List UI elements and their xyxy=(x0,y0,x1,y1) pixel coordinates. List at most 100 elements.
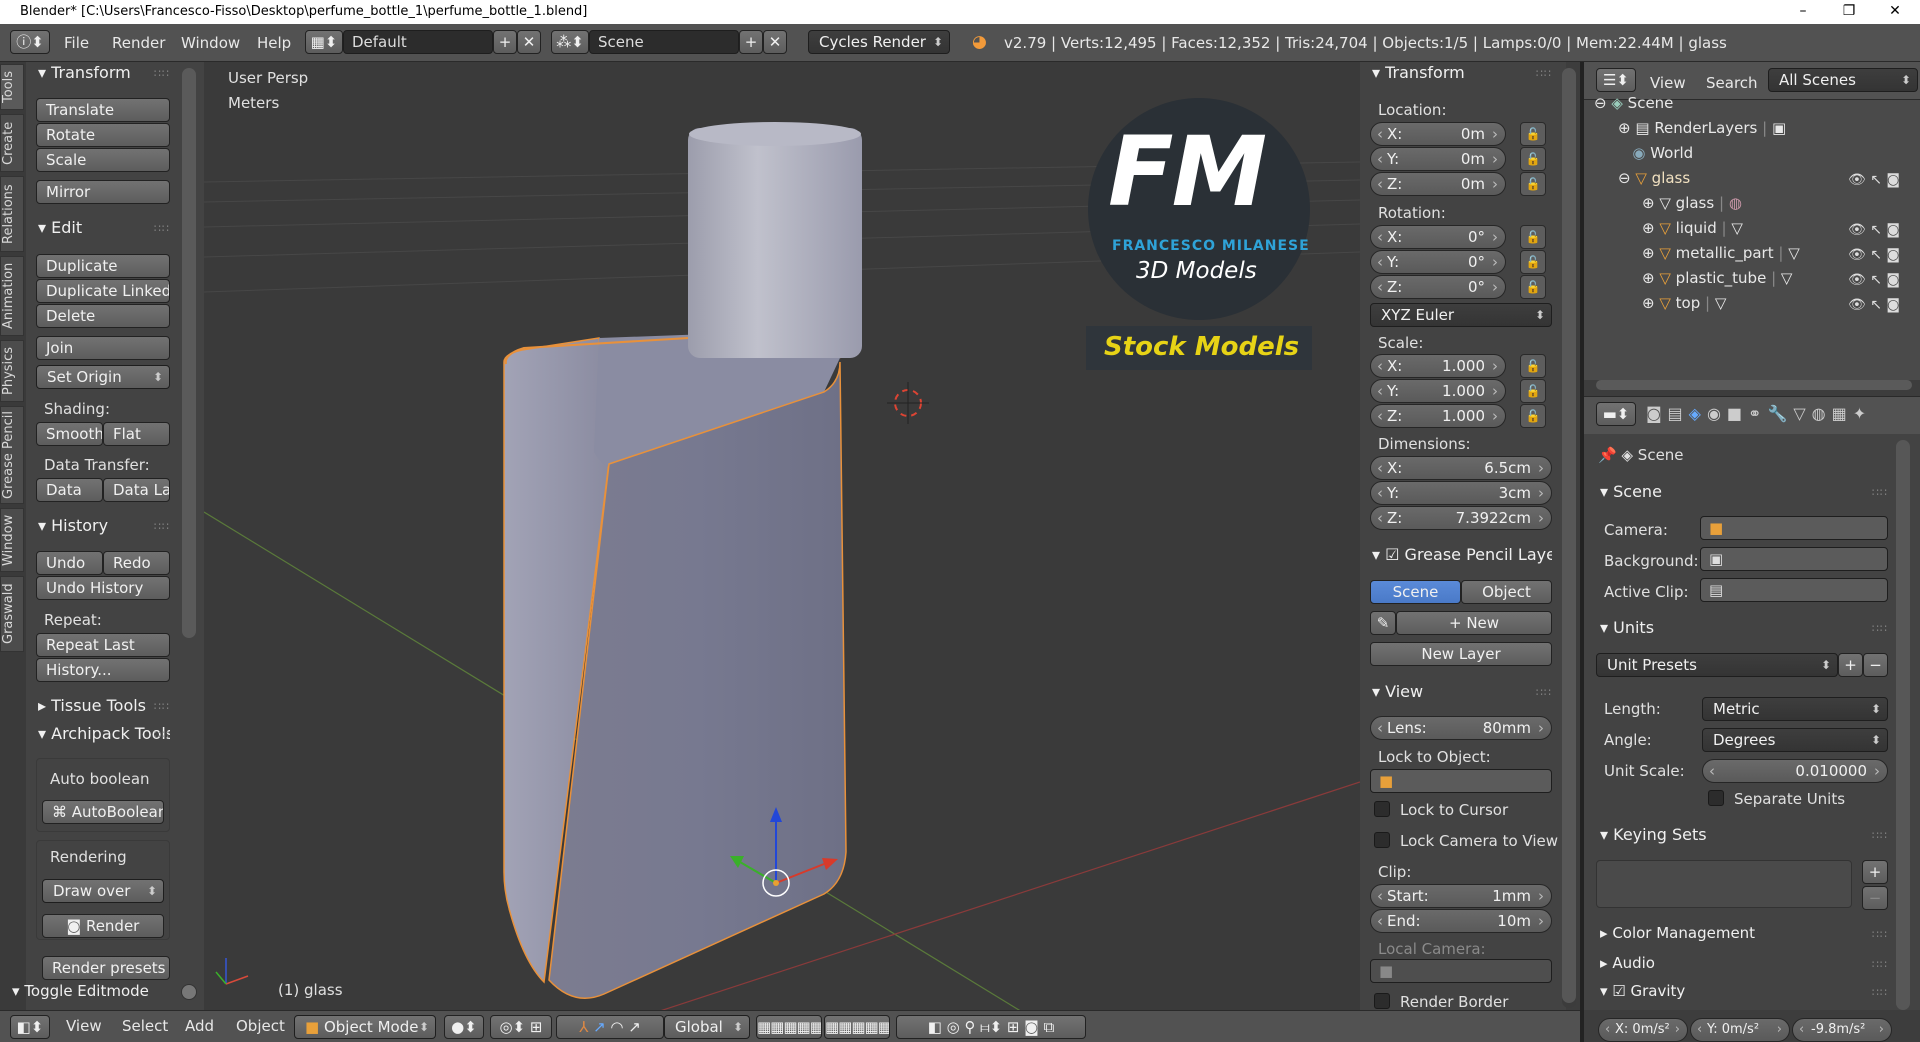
join-button[interactable]: Join xyxy=(36,336,170,360)
render-border-checkbox[interactable] xyxy=(1374,993,1390,1009)
remove-scene-icon[interactable]: ✕ xyxy=(763,30,787,54)
lock-icon[interactable]: 🔓 xyxy=(1520,404,1546,428)
smooth-button[interactable]: Smooth xyxy=(36,422,103,446)
outliner-search-menu[interactable]: Search xyxy=(1706,74,1758,92)
draw-over-select[interactable]: Draw over xyxy=(42,879,164,903)
menu-help[interactable]: Help xyxy=(257,34,291,52)
lock-camera-checkbox[interactable] xyxy=(1374,832,1390,848)
history-button[interactable]: History... xyxy=(36,658,170,682)
color-management-header[interactable]: ▸ Color Management xyxy=(1600,924,1755,942)
redo-button[interactable]: Redo xyxy=(103,551,170,575)
pin-icon[interactable]: 📌 xyxy=(1598,446,1617,464)
editor-type-icon[interactable]: ⓘ⬍ xyxy=(10,30,50,54)
eye-icon[interactable]: 👁 ↖ ◙ xyxy=(1848,243,1900,268)
grip-icon[interactable]: ∷∷ xyxy=(1872,928,1888,941)
separate-units-checkbox[interactable] xyxy=(1708,790,1724,806)
tissue-tools-header[interactable]: ▸ Tissue Tools xyxy=(38,696,146,715)
gravity-y-field[interactable]: Y: 0m/s² xyxy=(1690,1018,1790,1042)
tab-relations[interactable]: Relations xyxy=(0,176,24,252)
data-button[interactable]: Data xyxy=(36,478,103,502)
outliner-row-metallic-part[interactable]: ⊕ ▽ metallic_part | ▽ xyxy=(1642,244,1800,262)
edit-panel-header[interactable]: ▾ Edit xyxy=(38,218,82,237)
active-clip-field[interactable]: ▤ xyxy=(1700,578,1888,602)
flat-button[interactable]: Flat xyxy=(103,422,170,446)
render-engine-select[interactable]: Cycles Render xyxy=(808,30,950,54)
view-panel-header[interactable]: ▾ View xyxy=(1372,682,1423,701)
grip-icon[interactable]: ∷∷ xyxy=(1872,486,1888,499)
minimize-button[interactable]: – xyxy=(1780,0,1826,24)
grip-icon[interactable]: ∷∷ xyxy=(1872,986,1888,999)
close-window-button[interactable]: ✕ xyxy=(1872,0,1918,24)
unit-scale-field[interactable]: 0.010000 xyxy=(1702,759,1888,783)
scale-button[interactable]: Scale xyxy=(36,148,170,172)
3d-viewport[interactable]: User Persp Meters (1) glass FM FRANCESCO… xyxy=(204,62,1360,1010)
grip-icon[interactable]: ∷∷ xyxy=(154,520,170,533)
tab-window[interactable]: Window xyxy=(0,508,24,572)
remove-layout-icon[interactable]: ✕ xyxy=(517,30,541,54)
grease-object-tab[interactable]: Object xyxy=(1461,580,1552,604)
eye-icon[interactable]: 👁 ↖ ◙ xyxy=(1848,293,1900,318)
location-z-field[interactable]: Z:0m xyxy=(1370,172,1506,196)
lock-icon[interactable]: 🔓 xyxy=(1520,379,1546,403)
local-camera-field[interactable]: ■ xyxy=(1370,959,1552,983)
tab-physics[interactable]: Physics xyxy=(0,340,24,402)
scene-icon[interactable]: ⁂⬍ xyxy=(551,30,589,54)
grip-icon[interactable]: ∷∷ xyxy=(1536,67,1552,80)
data-layout-button[interactable]: Data La xyxy=(103,478,170,502)
lock-to-cursor-checkbox[interactable] xyxy=(1374,801,1390,817)
dimension-y-field[interactable]: Y:3cm xyxy=(1370,481,1552,505)
toggle-editmode-header[interactable]: ▾ Toggle Editmode xyxy=(12,982,149,1000)
delete-button[interactable]: Delete xyxy=(36,304,170,328)
object-menu[interactable]: Object xyxy=(236,1017,285,1035)
rotation-mode-select[interactable]: XYZ Euler xyxy=(1370,303,1552,327)
undo-button[interactable]: Undo xyxy=(36,551,103,575)
archipack-tools-header[interactable]: ▾ Archipack Tools xyxy=(38,724,170,743)
audio-header[interactable]: ▸ Audio xyxy=(1600,954,1655,972)
grip-icon[interactable]: ∷∷ xyxy=(154,700,170,713)
layout-field[interactable]: Default xyxy=(343,30,493,54)
gravity-x-field[interactable]: X: 0m/s² xyxy=(1598,1018,1688,1042)
new-grease-button[interactable]: + New xyxy=(1396,611,1552,635)
viewport-tool-icons[interactable]: ◧ ◎ ⚲ ⧦⬍ ⊞ ◙ ⧉ xyxy=(896,1015,1086,1039)
outliner-row-glass-mesh[interactable]: ⊕ ▽ glass | ◍ xyxy=(1642,194,1742,212)
length-select[interactable]: Metric xyxy=(1702,697,1888,721)
lens-field[interactable]: Lens:80mm xyxy=(1370,716,1552,740)
outliner-view-menu[interactable]: View xyxy=(1650,74,1686,92)
add-menu[interactable]: Add xyxy=(185,1017,214,1035)
grip-icon[interactable]: ∷∷ xyxy=(1872,958,1888,971)
panel-pin-icon[interactable] xyxy=(181,984,197,1000)
menu-file[interactable]: File xyxy=(64,34,89,52)
new-layer-button[interactable]: New Layer xyxy=(1370,642,1552,666)
dimension-x-field[interactable]: X:6.5cm xyxy=(1370,456,1552,480)
manipulator-icons[interactable]: ⅄ ↗ ◠ ↗ xyxy=(556,1015,664,1039)
grip-icon[interactable]: ∷∷ xyxy=(1872,622,1888,635)
outliner-row-glass-object[interactable]: ⊖ ▽ glass xyxy=(1618,169,1690,187)
dimension-z-field[interactable]: Z:7.3922cm xyxy=(1370,506,1552,530)
repeat-last-button[interactable]: Repeat Last xyxy=(36,633,170,657)
tab-animation[interactable]: Animation xyxy=(0,256,24,336)
rotate-button[interactable]: Rotate xyxy=(36,123,170,147)
scene-field[interactable]: Scene xyxy=(589,30,739,54)
eye-icon[interactable]: 👁 ↖ ◙ xyxy=(1848,218,1900,243)
menu-render[interactable]: Render xyxy=(112,34,165,52)
scale-z-field[interactable]: Z:1.000 xyxy=(1370,404,1506,428)
layers-grid-a[interactable]: ▦▦▦▦▦ xyxy=(756,1015,822,1039)
orientation-select[interactable]: Global xyxy=(664,1015,750,1039)
scale-y-field[interactable]: Y:1.000 xyxy=(1370,379,1506,403)
tab-tools[interactable]: Tools xyxy=(0,64,24,110)
lock-icon[interactable]: 🔓 xyxy=(1520,122,1546,146)
gravity-header[interactable]: ▾ ☑ Gravity xyxy=(1600,982,1685,1000)
properties-scrollbar[interactable] xyxy=(1896,440,1910,1010)
duplicate-button[interactable]: Duplicate xyxy=(36,254,170,278)
properties-context-tabs[interactable]: ◙▤◈◉■⚭🔧▽◍▦✦ xyxy=(1646,404,1872,423)
location-x-field[interactable]: X:0m xyxy=(1370,122,1506,146)
units-panel-header[interactable]: ▾ Units xyxy=(1600,618,1654,637)
mode-select[interactable]: ■ Object Mode xyxy=(294,1015,436,1039)
outliner-row-liquid[interactable]: ⊕ ▽ liquid | ▽ xyxy=(1642,219,1743,237)
grip-icon[interactable]: ∷∷ xyxy=(154,222,170,235)
background-field[interactable]: ▣ xyxy=(1700,547,1888,571)
angle-select[interactable]: Degrees xyxy=(1702,728,1888,752)
toolshelf-scrollbar[interactable] xyxy=(182,68,196,638)
properties-scroll-thumb[interactable] xyxy=(1562,68,1576,1003)
rotation-y-field[interactable]: Y:0° xyxy=(1370,250,1506,274)
